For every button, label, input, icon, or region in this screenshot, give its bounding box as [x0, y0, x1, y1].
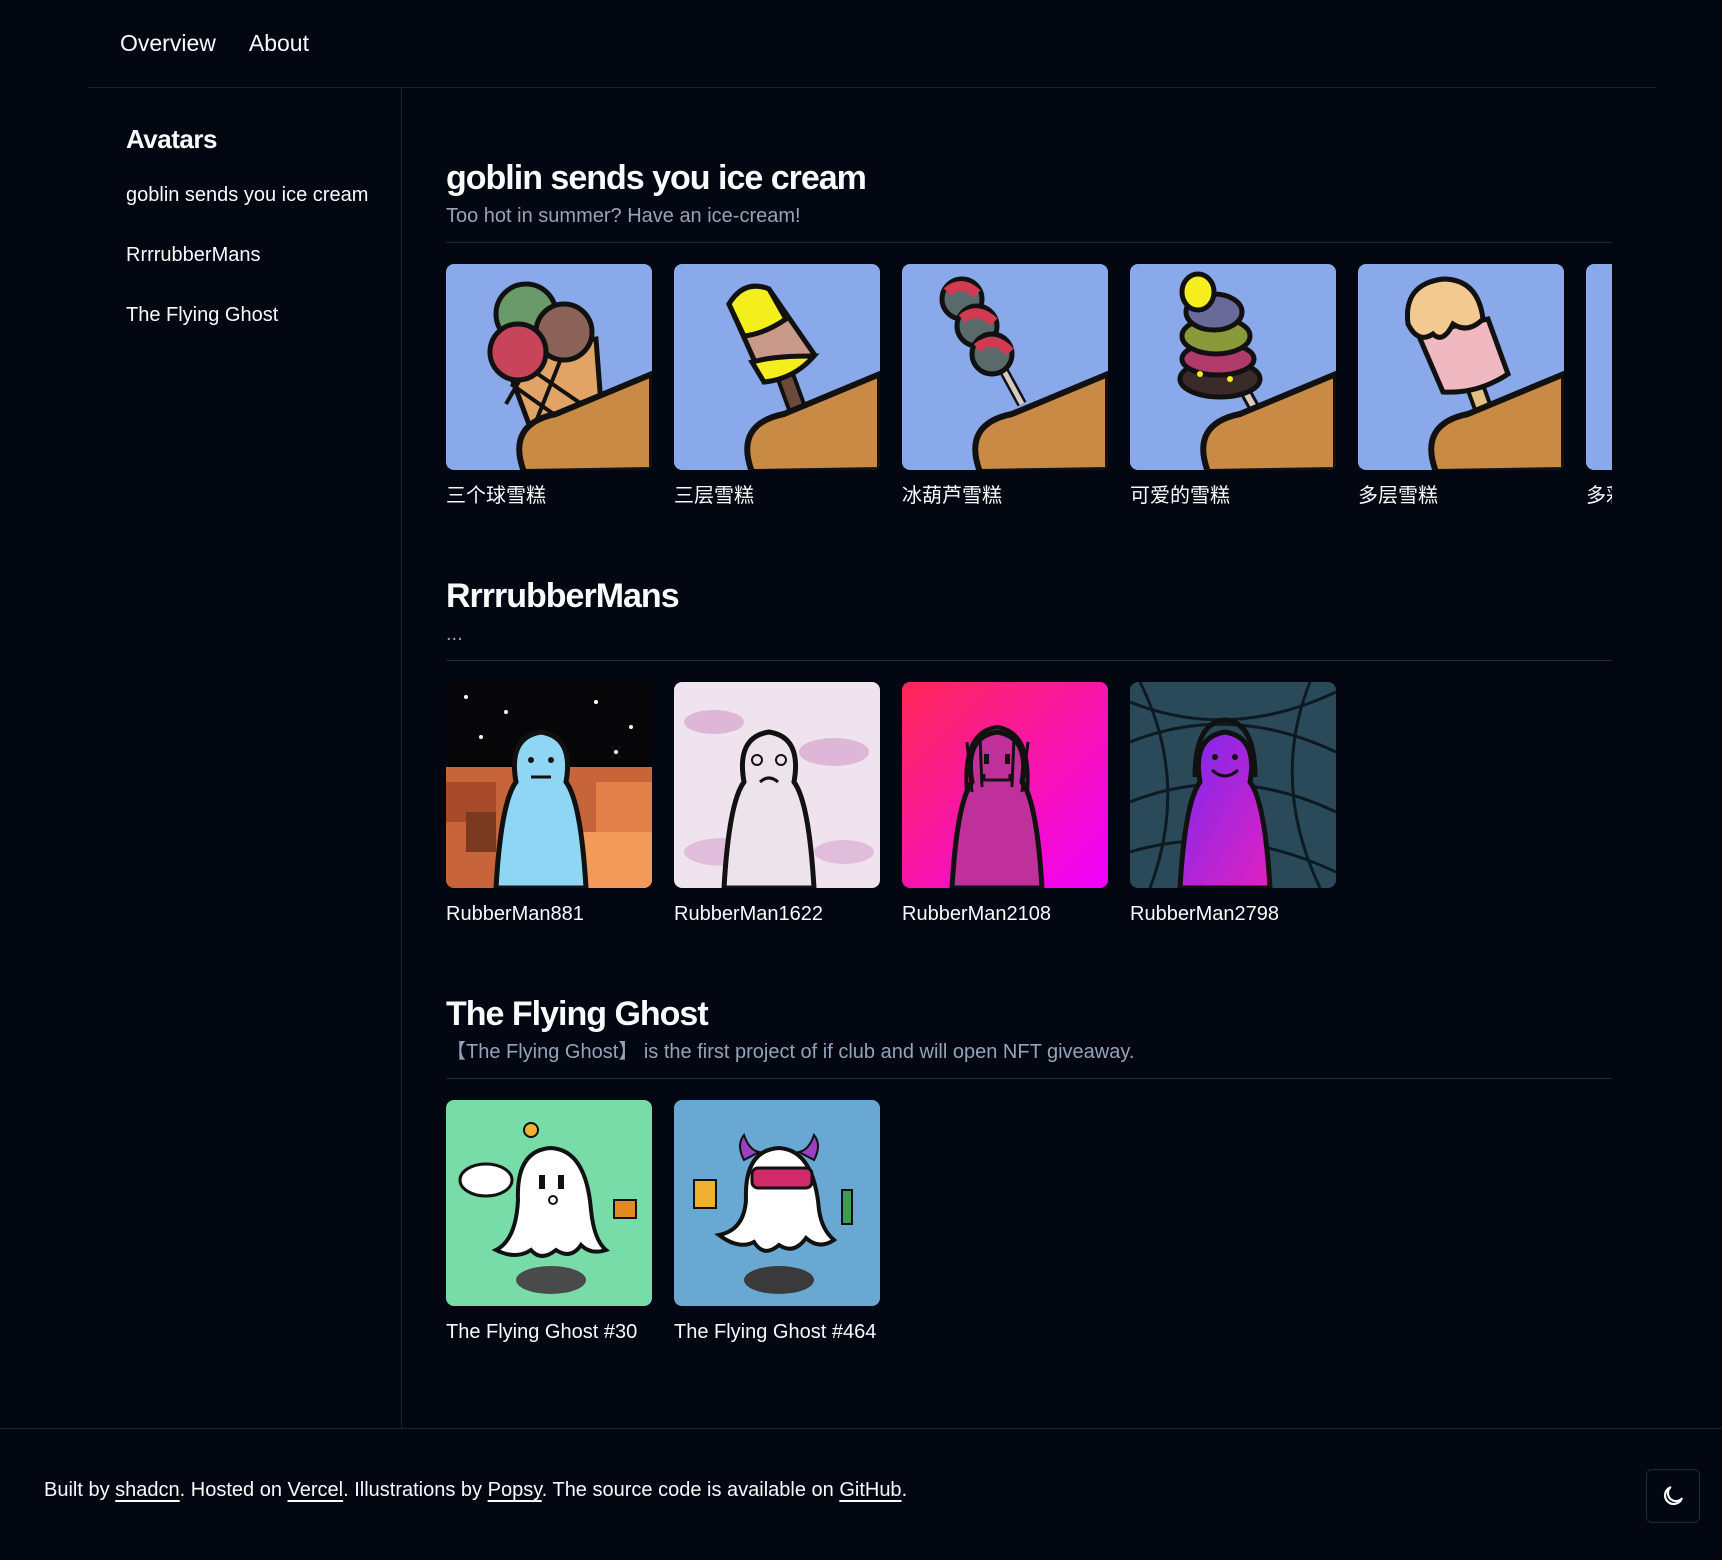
avatar-card[interactable]: RubberMan881 — [446, 682, 652, 942]
candied-haws-icon — [902, 264, 1108, 470]
footer-illustrations: . Illustrations by — [343, 1479, 488, 1501]
avatar-grid: 三个球雪糕 三层雪糕 冰葫芦雪糕 可爱的雪糕 多层雪糕 多 — [446, 264, 1612, 524]
avatar-card[interactable]: RubberMan2798 — [1130, 682, 1336, 942]
section-description: Too hot in summer? Have an ice-cream! — [446, 205, 801, 227]
footer-text: Built by shadcn. Hosted on Vercel. Illus… — [44, 1479, 907, 1502]
avatar-caption: RubberMan2108 — [902, 903, 1051, 925]
section-title: The Flying Ghost — [446, 995, 709, 1033]
sidebar-item-rubbermans[interactable]: RrrrubberMans — [126, 244, 260, 267]
section-description: ... — [446, 623, 463, 645]
section-goblin: goblin sends you ice cream Too hot in su… — [446, 158, 1612, 506]
avatar-caption: The Flying Ghost #30 — [446, 1321, 638, 1343]
top-nav: Overview About — [88, 0, 1656, 88]
avatar-caption: 三个球雪糕 — [446, 485, 546, 507]
avatar-card[interactable]: The Flying Ghost #464 — [674, 1100, 880, 1360]
sidebar-item-goblin[interactable]: goblin sends you ice cream — [126, 184, 368, 207]
avatar-caption: RubberMan1622 — [674, 903, 823, 925]
rubberman-magenta-icon — [902, 682, 1108, 888]
avatar-caption: The Flying Ghost #464 — [674, 1321, 877, 1343]
divider — [446, 660, 1612, 661]
layered-popsicle-icon — [674, 264, 880, 470]
footer: Built by shadcn. Hosted on Vercel. Illus… — [0, 1428, 1722, 1560]
avatar-card[interactable]: The Flying Ghost #30 — [446, 1100, 652, 1360]
moon-icon — [1663, 1486, 1683, 1506]
nav-overview[interactable]: Overview — [120, 30, 216, 57]
rubberman-white-icon — [674, 682, 880, 888]
avatar-card[interactable]: RubberMan1622 — [674, 682, 880, 942]
avatar-caption: RubberMan881 — [446, 903, 584, 925]
github-link[interactable]: GitHub — [839, 1479, 901, 1501]
avatar-caption: 三层雪糕 — [674, 485, 754, 507]
ghost-genius-icon — [446, 1100, 652, 1306]
avatar-grid: RubberMan881 RubberMan1622 RubberMan2108… — [446, 682, 1612, 942]
footer-end: . — [901, 1479, 908, 1501]
divider — [446, 1078, 1612, 1079]
ghost-devil-icon — [674, 1100, 880, 1306]
avatar-grid: The Flying Ghost #30 The Flying Ghost #4… — [446, 1100, 1612, 1360]
avatar-card[interactable]: 三层雪糕 — [674, 264, 880, 524]
rubberman-blue-icon — [446, 682, 652, 888]
avatar-caption: 多彩 — [1586, 485, 1612, 507]
popsy-link[interactable]: Popsy — [488, 1479, 542, 1501]
footer-built-by: Built by — [44, 1479, 116, 1501]
section-flying-ghost: The Flying Ghost 【The Flying Ghost】 is t… — [446, 994, 1612, 1342]
three-scoop-cone-icon — [446, 264, 652, 470]
avatar-caption: 多层雪糕 — [1358, 485, 1438, 507]
section-rubbermans: RrrrubberMans ... RubberMan881 RubberMan… — [446, 576, 1612, 924]
vercel-link[interactable]: Vercel — [288, 1479, 344, 1501]
avatar-card[interactable]: 多层雪糕 — [1358, 264, 1564, 524]
dripping-popsicle-icon — [1358, 264, 1564, 470]
cute-stacked-icecream-icon — [1130, 264, 1336, 470]
icecream-icon — [1586, 264, 1612, 470]
avatar-caption: RubberMan2798 — [1130, 903, 1279, 925]
shadcn-link[interactable]: shadcn — [115, 1479, 180, 1501]
avatar-card[interactable]: 三个球雪糕 — [446, 264, 652, 524]
sidebar-item-flying-ghost[interactable]: The Flying Ghost — [126, 304, 278, 327]
avatar-caption: 冰葫芦雪糕 — [902, 485, 1002, 507]
rubberman-purple-icon — [1130, 682, 1336, 888]
avatar-card[interactable]: RubberMan2108 — [902, 682, 1108, 942]
section-title: goblin sends you ice cream — [446, 159, 867, 197]
main-content: goblin sends you ice cream Too hot in su… — [446, 88, 1612, 1428]
avatar-card[interactable]: 多彩 — [1586, 264, 1612, 524]
footer-source-code: . The source code is available on — [541, 1479, 840, 1501]
nav-about[interactable]: About — [249, 30, 309, 57]
section-description: 【The Flying Ghost】 is the first project … — [446, 1041, 1135, 1063]
avatar-caption: 可爱的雪糕 — [1130, 485, 1230, 507]
footer-hosted-on: . Hosted on — [179, 1479, 288, 1501]
section-title: RrrrubberMans — [446, 577, 680, 615]
avatar-card[interactable]: 可爱的雪糕 — [1130, 264, 1336, 524]
theme-toggle-button[interactable] — [1646, 1469, 1700, 1523]
divider — [446, 242, 1612, 243]
avatar-card[interactable]: 冰葫芦雪糕 — [902, 264, 1108, 524]
sidebar-title: Avatars — [126, 124, 217, 154]
sidebar: Avatars goblin sends you ice cream Rrrru… — [88, 88, 402, 1428]
